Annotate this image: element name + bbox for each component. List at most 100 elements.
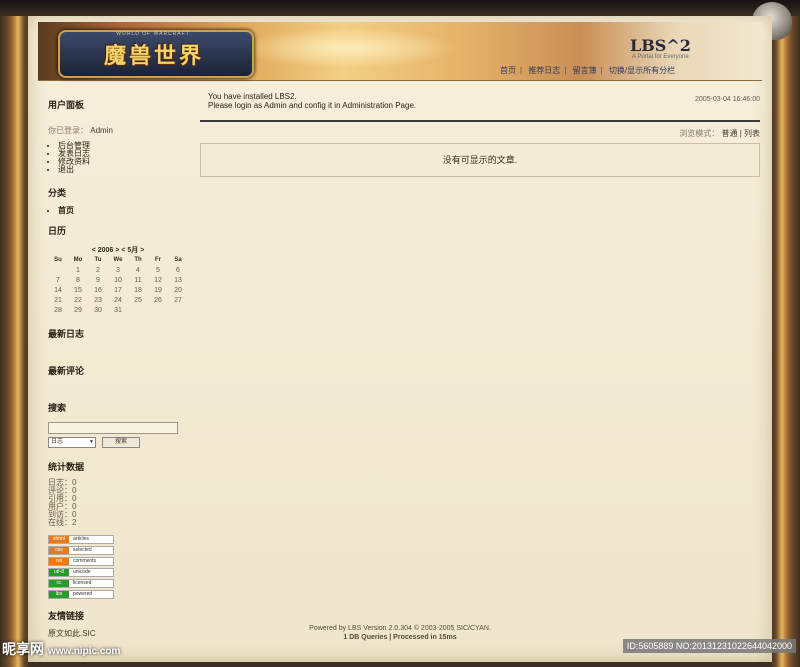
login-status: 你已登录： Admin <box>48 125 198 136</box>
calendar-day: 7 <box>56 276 60 284</box>
user-links: 后台管理 发表日志 修改资料 退出 <box>48 142 198 174</box>
watermark-brand-name: 昵享网 <box>2 641 44 657</box>
weekday-header: Su <box>54 257 62 263</box>
chevron-down-icon: ▼ <box>89 438 94 445</box>
calendar-day <box>128 305 148 315</box>
weekday-header: We <box>113 257 123 263</box>
watermark-url: www.nipic.com <box>48 646 121 657</box>
weekday-header: Sa <box>174 257 182 263</box>
calendar-nav[interactable]: < 2006 > < 5月 > <box>48 245 188 255</box>
calendar-day: 14 <box>54 286 62 294</box>
calendar-day: 1 <box>76 266 80 274</box>
calendar-day: 22 <box>74 296 82 304</box>
calendar-day: 12 <box>154 276 162 284</box>
calendar-day: 21 <box>54 296 62 304</box>
site-title[interactable]: LBS^2 <box>630 36 691 55</box>
notice-date: 2005-03-04 16:46:00 <box>695 96 760 103</box>
install-notice: You have installed LBS2. Please login as… <box>200 92 760 110</box>
calendar-day: 5 <box>156 266 160 274</box>
calendar-day: 15 <box>74 286 82 294</box>
watermark-brand: 昵享网 www.nipic.com <box>2 639 120 659</box>
badge-left: rss <box>49 557 69 565</box>
calendar-day: 4 <box>136 266 140 274</box>
view-mode-list[interactable]: 列表 <box>744 129 760 138</box>
view-mode-label: 浏览模式： <box>679 129 720 138</box>
xhtml-badge[interactable]: xhtml articles <box>48 534 114 544</box>
nav-guestbook[interactable]: 留言簿 <box>573 66 597 75</box>
badge-right: licensed <box>73 579 92 586</box>
calendar-day: 3 <box>116 266 120 274</box>
user-panel-title: 用户面板 <box>48 100 85 110</box>
view-mode-switch: 浏览模式： 普通 | 列表 <box>200 128 760 139</box>
badge-left: lbs <box>49 590 69 598</box>
latest-posts-title: 最新日志 <box>48 329 85 339</box>
calendar-day: 2 <box>96 266 100 274</box>
category-list: 首页 <box>48 207 198 215</box>
badge-right: selected <box>73 546 92 553</box>
weekday-header: Mo <box>73 257 83 263</box>
top-navigation: 首页 | 推荐日志 | 留言簿 | 切换/显示所有分栏 <box>500 66 676 75</box>
calendar-day: 18 <box>134 286 142 294</box>
category-item-home[interactable]: 首页 <box>58 207 198 215</box>
calendar-day: 31 <box>114 306 122 314</box>
nav-home[interactable]: 首页 <box>500 66 516 75</box>
logo-text: 魔兽世界 <box>103 43 204 69</box>
calendar-day: 10 <box>114 276 122 284</box>
rss-badge[interactable]: rss comments <box>48 556 114 566</box>
stats-list: 日志：0 评论：0 引用：0 用户：0 到访：0 在线：2 <box>48 478 198 527</box>
footer-powered: Powered by LBS Version 2.0.304 © 2003-20… <box>309 625 491 632</box>
link-edit-profile[interactable]: 修改资料 <box>58 158 198 166</box>
badge-left: utf-8 <box>49 568 69 576</box>
login-username[interactable]: Admin <box>90 126 113 135</box>
nav-recommended[interactable]: 推荐日志 <box>528 66 560 75</box>
cc-badge[interactable]: cc licensed <box>48 578 114 588</box>
link-logout[interactable]: 退出 <box>58 166 198 174</box>
calendar-day: 6 <box>176 266 180 274</box>
badge-left: css <box>49 546 69 554</box>
calendar-day <box>48 265 68 275</box>
badge-list: xhtml articles css selected rss comments ut… <box>48 534 198 599</box>
calendar-day: 28 <box>54 306 62 314</box>
calendar-day: 19 <box>154 286 162 294</box>
calendar-day <box>168 305 188 315</box>
calendar-grid: Su Mo Tu We Th Fr Sa 1 2 3 4 5 6 7 8 9 1… <box>48 255 188 315</box>
calendar-day: 26 <box>154 296 162 304</box>
search-title: 搜索 <box>48 403 67 413</box>
badge-right: powered <box>73 590 93 597</box>
calendar-day: 23 <box>94 296 102 304</box>
calendar-title: 日历 <box>48 226 67 236</box>
css-badge[interactable]: css selected <box>48 545 114 555</box>
search-button[interactable]: 搜索 <box>102 436 140 448</box>
stats-title: 统计数据 <box>48 461 85 472</box>
calendar-day: 11 <box>134 276 142 284</box>
sidebar: 用户面板 你已登录： Admin 后台管理 发表日志 修改资料 退出 分类 首页… <box>48 98 198 639</box>
calendar-day: 9 <box>96 276 100 284</box>
calendar-day: 20 <box>174 286 182 294</box>
calendar-day: 29 <box>74 306 82 314</box>
badge-right: articles <box>73 535 89 542</box>
search-input[interactable] <box>48 422 178 434</box>
search-type-select[interactable]: 日志 ▼ <box>48 436 96 448</box>
latest-comments-title: 最新评论 <box>48 366 85 376</box>
calendar-day: 13 <box>174 276 182 284</box>
divider <box>200 120 760 122</box>
badge-left: cc <box>49 579 69 587</box>
top-frame-bar <box>0 0 800 16</box>
weekday-header: Fr <box>155 257 161 263</box>
notice-line-2: Please login as Admin and config it in A… <box>208 101 417 110</box>
view-mode-normal[interactable]: 普通 <box>721 129 737 138</box>
badge-right: unicode <box>73 568 91 575</box>
calendar-day: 16 <box>94 286 102 294</box>
notice-line-1: You have installed LBS2. <box>208 92 297 101</box>
calendar-day: 17 <box>114 286 122 294</box>
site-subtitle: A Portal for Everyone <box>632 54 689 60</box>
main-content: You have installed LBS2. Please login as… <box>200 92 760 177</box>
calendar-day: 25 <box>134 296 142 304</box>
category-title: 分类 <box>48 188 67 198</box>
calendar-day: 24 <box>114 296 122 304</box>
utf8-badge[interactable]: utf-8 unicode <box>48 567 114 577</box>
login-status-label: 你已登录： <box>48 126 88 135</box>
stat-online: 在线：2 <box>48 517 77 527</box>
lbs-badge[interactable]: lbs powered <box>48 589 114 599</box>
nav-toggle-columns[interactable]: 切换/显示所有分栏 <box>609 66 675 75</box>
